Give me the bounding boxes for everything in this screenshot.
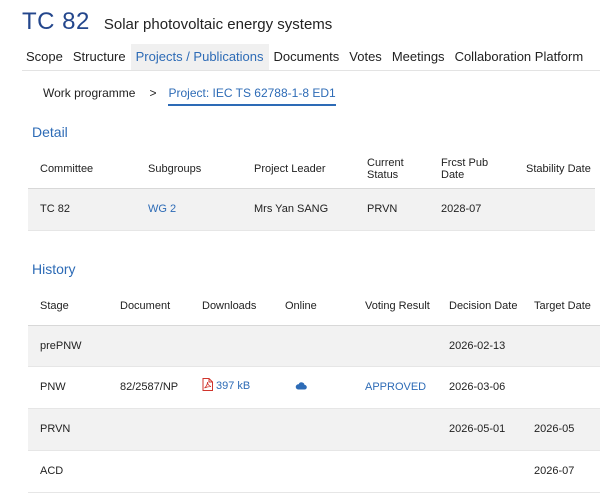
- history-document: 82/2587/NP: [120, 381, 179, 393]
- tab-collaboration-platform[interactable]: Collaboration Platform: [450, 44, 589, 70]
- history-voting: [353, 450, 437, 492]
- pdf-file-icon: [202, 377, 213, 391]
- history-voting: [353, 408, 437, 450]
- cloud-icon[interactable]: [295, 382, 307, 390]
- history-decision-date: 2026-02-13: [449, 339, 506, 352]
- history-target-date: 2026-05: [534, 423, 575, 435]
- history-table: Stage Document Downloads Online Voting R…: [28, 288, 600, 493]
- history-voting: [353, 325, 437, 366]
- history-decision-date: 2026-05-01: [449, 423, 506, 435]
- history-document: [108, 450, 190, 492]
- history-decision-date: 2026-03-06: [449, 381, 506, 393]
- detail-committee: TC 82: [40, 203, 70, 215]
- col-document: Document: [120, 300, 171, 313]
- history-stage: PRVN: [40, 423, 71, 435]
- history-row: PNW 82/2587/NP 397 kB APPROVED 2026-03-0…: [28, 366, 600, 408]
- detail-stability-date: [514, 188, 595, 230]
- col-decision-date: Decision Date: [449, 300, 518, 313]
- detail-header-row: Committee Subgroups Project Leader Curre…: [28, 150, 595, 188]
- history-stage: prePNW: [40, 339, 82, 352]
- detail-pub-date: 2028-07: [441, 203, 482, 215]
- detail-project-leader: Mrs Yan SANG: [254, 203, 329, 215]
- history-row: ACD 2026-07: [28, 450, 600, 492]
- tab-structure[interactable]: Structure: [68, 44, 131, 70]
- tab-projects-publications[interactable]: Projects / Publications: [130, 44, 269, 70]
- col-online: Online: [285, 300, 317, 313]
- history-stage: ACD: [40, 465, 64, 477]
- history-stage: PNW: [40, 381, 66, 393]
- history-row: prePNW 2026-02-13: [28, 325, 600, 366]
- breadcrumb: Work programme > Project: IEC TS 62788-1…: [43, 86, 336, 106]
- col-downloads: Downloads: [202, 300, 257, 313]
- history-row: PRVN 2026-05-01 2026-05: [28, 408, 600, 450]
- committee-code: TC 82: [22, 8, 90, 35]
- nav-tabs: Scope Structure Projects / Publications …: [22, 44, 588, 70]
- col-voting-result: Voting Result: [365, 300, 430, 313]
- breadcrumb-separator: >: [149, 86, 157, 100]
- tab-meetings[interactable]: Meetings: [387, 44, 450, 70]
- page-header: TC 82 Solar photovoltaic energy systems: [22, 8, 332, 38]
- breadcrumb-work-programme[interactable]: Work programme: [43, 86, 135, 106]
- history-target-date: [522, 366, 600, 408]
- detail-row: TC 82 WG 2 Mrs Yan SANG PRVN 2028-07: [28, 188, 595, 230]
- tabs-divider: [22, 70, 600, 71]
- col-current-status: Current Status: [367, 156, 404, 181]
- history-document: [108, 408, 190, 450]
- detail-current-status: PRVN: [367, 203, 398, 215]
- detail-table: Committee Subgroups Project Leader Curre…: [28, 150, 595, 231]
- detail-heading: Detail: [32, 124, 68, 140]
- tab-votes[interactable]: Votes: [344, 44, 387, 70]
- breadcrumb-current-project[interactable]: Project: IEC TS 62788-1-8 ED1: [168, 86, 336, 106]
- history-document: [108, 325, 190, 366]
- tab-documents[interactable]: Documents: [269, 44, 345, 70]
- committee-title: Solar photovoltaic energy systems: [103, 16, 333, 33]
- col-subgroups: Subgroups: [148, 162, 202, 175]
- col-frcst-pub-date: Frcst Pub Date: [441, 156, 489, 181]
- subgroup-link[interactable]: WG 2: [148, 203, 176, 215]
- voting-result-approved: APPROVED: [365, 381, 427, 393]
- history-target-date: 2026-07: [534, 465, 575, 477]
- col-committee: Committee: [40, 162, 94, 175]
- history-header-row: Stage Document Downloads Online Voting R…: [28, 288, 600, 325]
- pdf-size[interactable]: 397 kB: [216, 380, 250, 392]
- col-stability-date: Stability Date: [526, 162, 591, 175]
- col-stage: Stage: [40, 300, 69, 313]
- col-target-date: Target Date: [534, 300, 591, 313]
- col-project-leader: Project Leader: [254, 162, 326, 175]
- history-decision-date: [437, 450, 522, 492]
- history-target-date: [522, 325, 600, 366]
- tab-scope[interactable]: Scope: [22, 44, 68, 70]
- history-heading: History: [32, 261, 76, 277]
- pdf-download-link[interactable]: 397 kB: [202, 377, 250, 392]
